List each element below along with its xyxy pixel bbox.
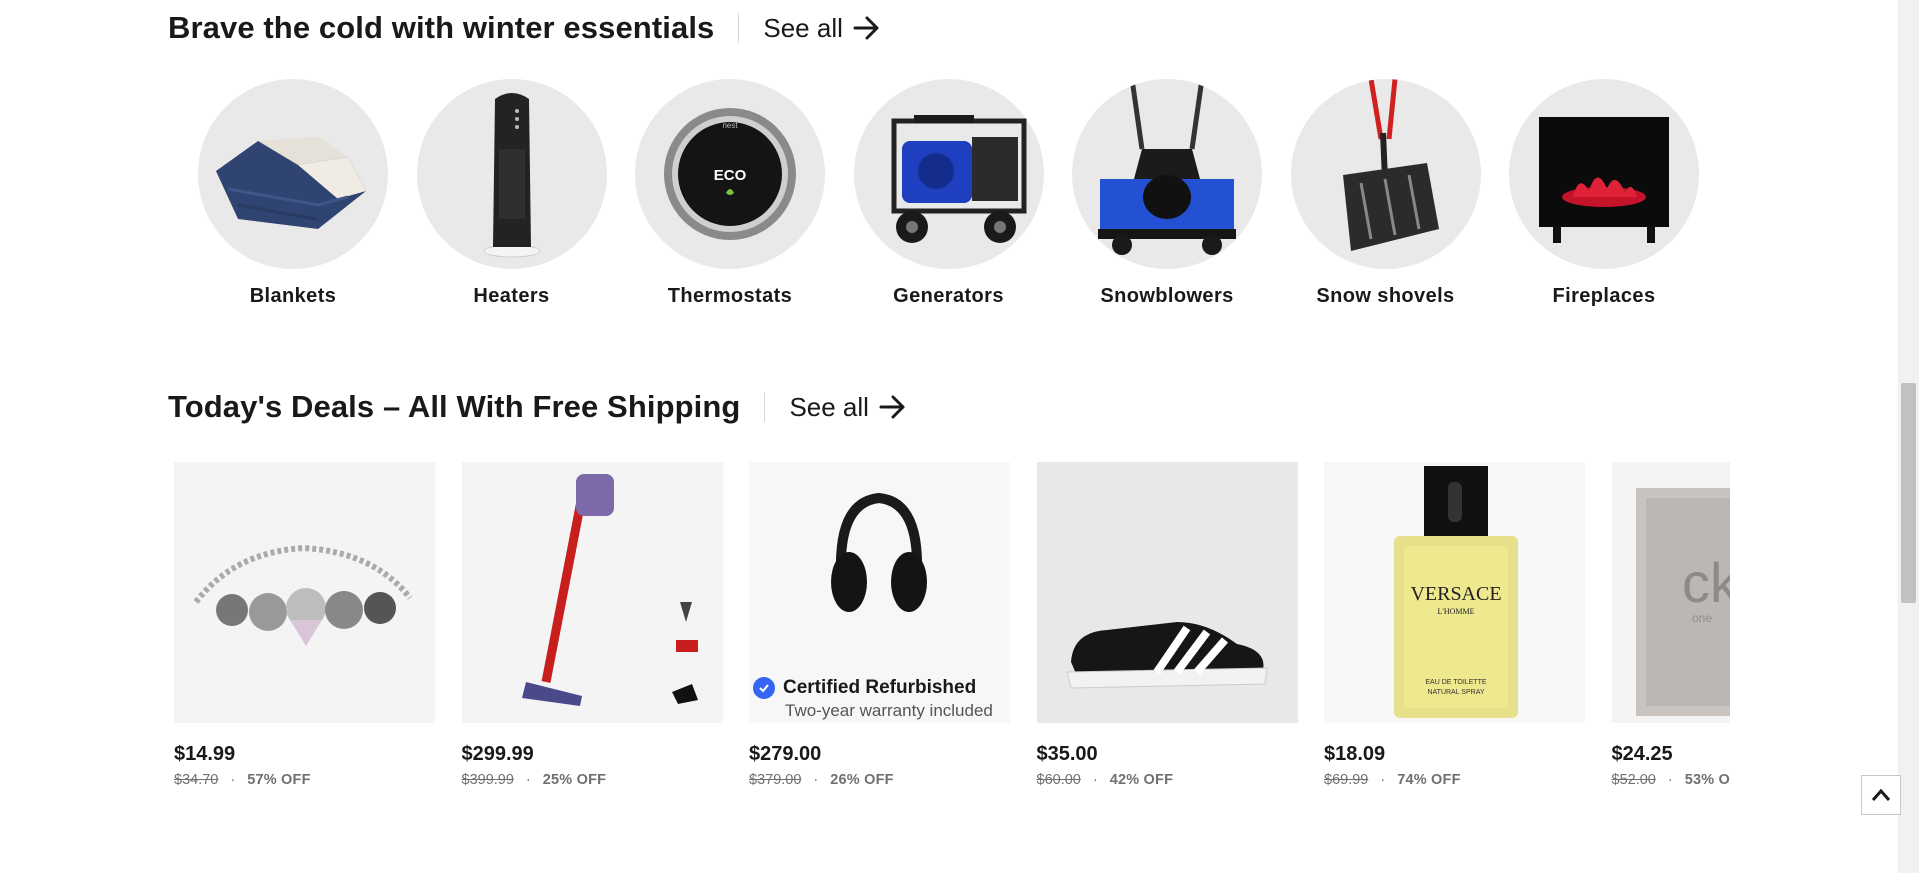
deal-card[interactable]: Certified Refurbished Two-year warranty … <box>749 462 1010 788</box>
category-label: Blankets <box>249 285 337 307</box>
separator-dot: · <box>813 772 819 788</box>
category-fireplaces[interactable]: Fireplaces <box>1509 79 1699 308</box>
separator-dot: · <box>230 772 236 788</box>
deal-discount-row: $52.00 · 53% OFF <box>1612 772 1731 788</box>
deal-original-price: $69.99 <box>1324 772 1369 788</box>
deal-discount-row: $379.00 · 26% OFF <box>749 772 1010 788</box>
deal-price: $14.99 <box>174 743 236 765</box>
certified-refurbished-badge: Certified Refurbished Two-year warranty … <box>753 677 993 721</box>
deal-original-price: $399.99 <box>461 772 514 788</box>
deals-section-title: Today's Deals – All With Free Shipping <box>168 389 741 424</box>
sneaker-image <box>1036 462 1298 723</box>
see-all-label: See all <box>789 391 869 422</box>
deal-discount: 57% OFF <box>247 772 311 788</box>
deal-price: $18.09 <box>1324 743 1386 765</box>
back-to-top-button[interactable] <box>1861 775 1901 815</box>
separator-dot: · <box>1092 772 1098 788</box>
deal-discount-row: $60.00 · 42% OFF <box>1037 772 1298 788</box>
deals-section-header: Today's Deals – All With Free Shipping S… <box>168 387 907 427</box>
cologne-bottle-image: VERSACE L'HOMME EAU DE TOILETTE NATURAL … <box>1324 462 1585 723</box>
deal-discount: 42% OFF <box>1109 772 1174 788</box>
deal-discount: 26% OFF <box>830 772 894 788</box>
separator-dot: · <box>1667 772 1673 788</box>
versace-desc-1: EAU DE TOILETTE <box>1425 679 1487 686</box>
category-label: Fireplaces <box>1552 285 1656 307</box>
fireplace-image <box>1509 79 1699 269</box>
winter-section-header: Brave the cold with winter essentials Se… <box>168 8 881 48</box>
category-thermostats[interactable]: ECO nest Thermostats <box>635 79 825 308</box>
thermostat-display: ECO <box>714 167 747 184</box>
deal-discount-row: $399.99 · 25% OFF <box>462 772 723 788</box>
category-label: Generators <box>893 285 1004 307</box>
deal-card[interactable]: VERSACE L'HOMME EAU DE TOILETTE NATURAL … <box>1324 462 1585 788</box>
header-divider <box>738 13 740 43</box>
deal-original-price: $379.00 <box>749 772 802 788</box>
deal-original-price: $52.00 <box>1611 772 1656 788</box>
category-label: Snow shovels <box>1316 285 1455 307</box>
arrow-right-icon <box>879 395 905 419</box>
deal-price: $35.00 <box>1036 743 1098 765</box>
check-badge-icon <box>753 677 775 699</box>
versace-desc-2: NATURAL SPRAY <box>1427 689 1484 696</box>
ck-brand: ck <box>1682 551 1731 614</box>
versace-brand: VERSACE <box>1410 583 1501 605</box>
bracelet-image <box>174 462 435 723</box>
versace-sub: L'HOMME <box>1438 607 1475 616</box>
deal-discount: 53% OFF <box>1684 772 1730 788</box>
deal-card[interactable]: $299.99 $399.99 · 25% OFF <box>461 462 723 788</box>
deals-see-all-link[interactable]: See all <box>789 392 907 423</box>
deals-carousel: $14.99 $34.70 · 57% OFF $299.99 $399.99 … <box>174 462 1730 792</box>
category-label: Snowblowers <box>1100 285 1234 307</box>
heater-image <box>416 79 607 269</box>
thermostat-brand: nest <box>722 121 738 130</box>
ck-sub: one <box>1692 611 1712 625</box>
arrow-right-icon <box>853 16 879 40</box>
category-label: Thermostats <box>667 285 793 307</box>
thermostat-image: ECO nest <box>635 79 825 269</box>
deal-discount-row: $34.70 · 57% OFF <box>174 772 435 788</box>
generator-image <box>853 79 1044 269</box>
deal-card[interactable]: $35.00 $60.00 · 42% OFF <box>1036 462 1298 788</box>
category-snowblowers[interactable]: Snowblowers <box>1072 79 1262 308</box>
vertical-scrollbar[interactable] <box>1898 0 1919 873</box>
deal-price: $279.00 <box>749 743 822 765</box>
category-snow-shovels[interactable]: Snow shovels <box>1290 79 1481 308</box>
deal-discount-row: $69.99 · 74% OFF <box>1324 772 1585 788</box>
deal-price: $299.99 <box>461 743 534 765</box>
separator-dot: · <box>525 772 531 788</box>
see-all-label: See all <box>763 12 843 43</box>
page: Brave the cold with winter essentials Se… <box>0 0 1919 873</box>
winter-category-list: Blankets Heaters ECO nest Thermostats Ge… <box>198 79 1728 308</box>
category-heaters[interactable]: Heaters <box>416 79 607 308</box>
snow-shovel-image <box>1290 79 1481 269</box>
winter-see-all-link[interactable]: See all <box>763 13 881 44</box>
category-blankets[interactable]: Blankets <box>198 79 388 308</box>
header-divider <box>764 392 766 422</box>
deal-original-price: $60.00 <box>1036 772 1081 788</box>
blanket-image <box>198 79 388 269</box>
deal-card[interactable]: ck one $24.25 $52.00 · 53% OFF <box>1611 462 1731 788</box>
certified-subtitle: Two-year warranty included <box>785 701 993 720</box>
ck-perfume-image: ck one <box>1611 462 1731 723</box>
snowblower-image <box>1072 79 1262 269</box>
deal-discount: 74% OFF <box>1397 772 1461 788</box>
separator-dot: · <box>1380 772 1386 788</box>
headphones-image: Certified Refurbished Two-year warranty … <box>749 462 1010 723</box>
chevron-up-icon <box>1871 788 1891 801</box>
deal-discount: 25% OFF <box>542 772 607 788</box>
certified-title: Certified Refurbished <box>783 677 977 698</box>
winter-section-title: Brave the cold with winter essentials <box>168 10 715 45</box>
scrollbar-thumb[interactable] <box>1901 383 1916 603</box>
deal-original-price: $34.70 <box>174 772 219 788</box>
stick-vacuum-image <box>461 462 723 723</box>
deal-price: $24.25 <box>1611 743 1673 765</box>
category-label: Heaters <box>473 285 550 307</box>
deal-card[interactable]: $14.99 $34.70 · 57% OFF <box>174 462 435 788</box>
category-generators[interactable]: Generators <box>853 79 1044 308</box>
